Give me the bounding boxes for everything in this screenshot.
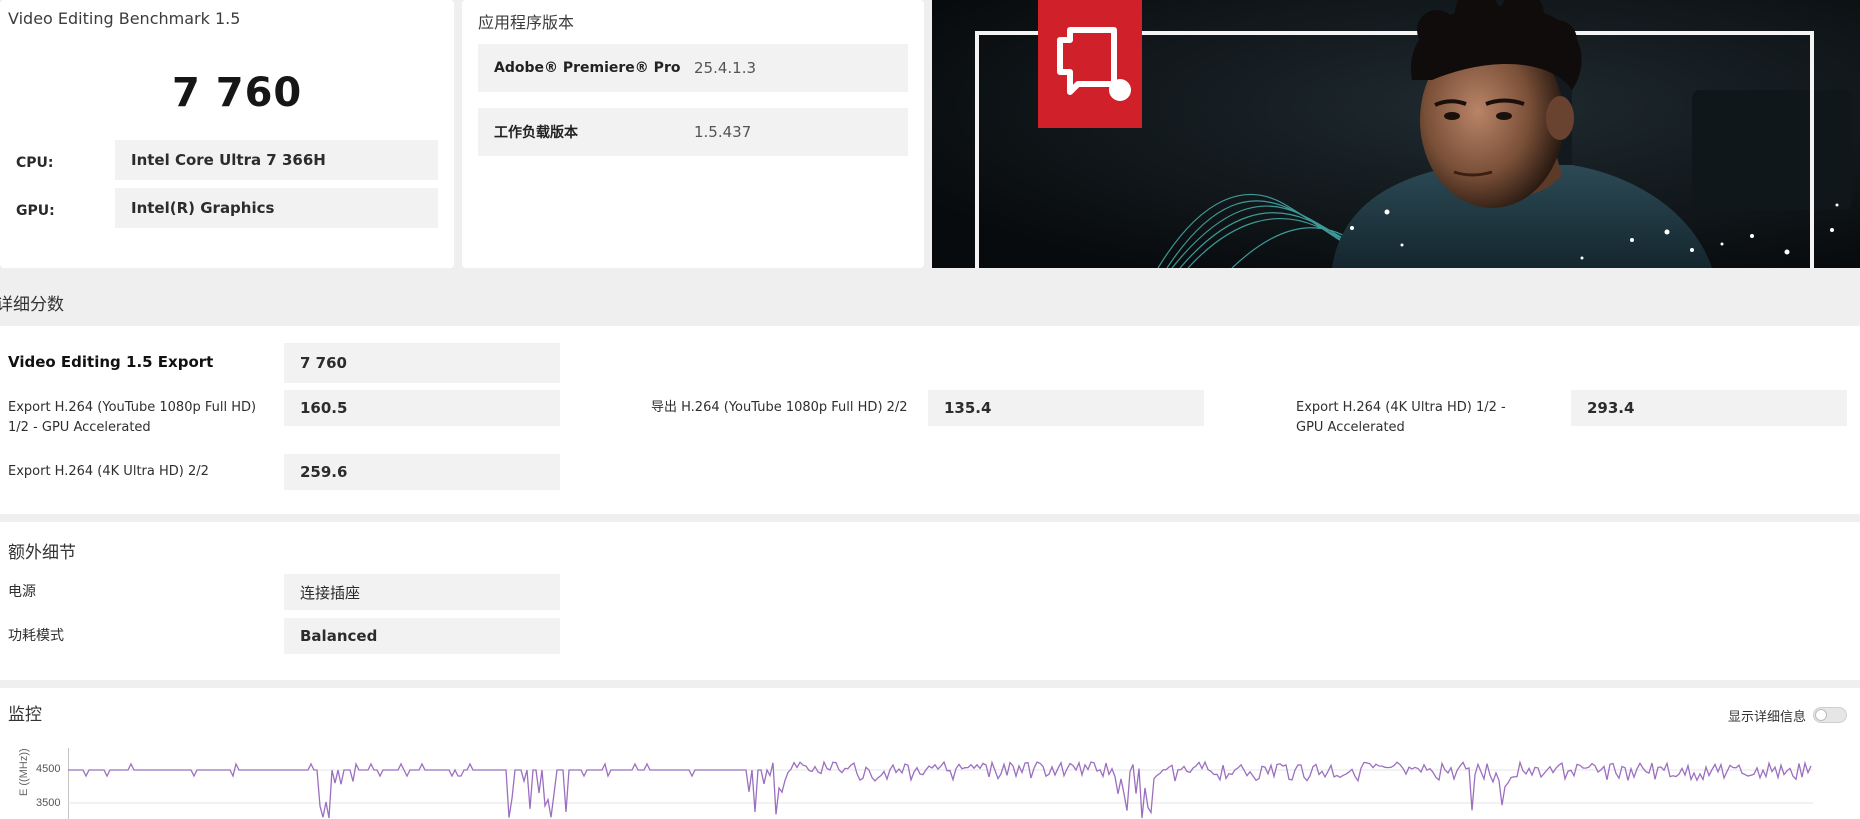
test-label-4k: Export H.264 (4K Ultra HD) 2/2: [8, 464, 209, 479]
power-mode-label: 功耗模式: [8, 628, 64, 644]
extra-details-panel: 额外细节 电源 连接插座 功耗模式 Balanced: [0, 522, 1860, 680]
gpu-value: Intel(R) Graphics: [115, 188, 438, 228]
monitoring-panel: 监控 显示详细信息 E ((MHz)) 4500 3500: [0, 688, 1860, 819]
workload-label: 工作负载版本: [494, 125, 578, 141]
benchmark-summary-card: Video Editing Benchmark 1.5 7 760 CPU: I…: [0, 0, 454, 268]
app-version-card: 应用程序版本 Adobe® Premiere® Pro 25.4.1.3 工作负…: [462, 0, 924, 268]
test-label-1080p: 导出 H.264 (YouTube 1080p Full HD) 2/2: [651, 400, 908, 415]
detailed-scores-panel: Video Editing 1.5 Export 7 760 Export H.…: [0, 326, 1860, 514]
benchmark-title: Video Editing Benchmark 1.5: [8, 9, 241, 28]
test-value-4k: 259.6: [284, 454, 560, 490]
show-details-toggle[interactable]: [1813, 707, 1847, 723]
test-value-4k-gpu: 293.4: [1571, 390, 1847, 426]
y-axis-label: E ((MHz)): [18, 748, 30, 796]
overall-export-value: 7 760: [284, 343, 560, 383]
monitoring-heading: 监控: [8, 705, 42, 724]
toggle-knob: [1815, 709, 1827, 721]
workload-version: 1.5.437: [694, 123, 752, 141]
frequency-chart: [68, 748, 1813, 819]
power-source-value: 连接插座: [284, 574, 560, 610]
y-tick-3500: 3500: [36, 797, 61, 809]
power-source-label: 电源: [8, 584, 36, 600]
test-value-1080p-gpu: 160.5: [284, 390, 560, 426]
detailed-scores-heading: 详细分数: [0, 295, 64, 314]
app-version-title: 应用程序版本: [478, 13, 575, 32]
hero-banner-image: [932, 0, 1860, 268]
app-name: Adobe® Premiere® Pro: [494, 60, 681, 76]
y-tick-4500: 4500: [36, 763, 61, 775]
app-row-workload: 工作负载版本 1.5.437: [478, 108, 908, 156]
power-mode-value: Balanced: [284, 618, 560, 654]
show-details-label: 显示详细信息: [1728, 709, 1807, 724]
presentation-screen-icon: [1038, 0, 1142, 128]
hero-illustration: [932, 0, 1860, 268]
overall-score: 7 760: [172, 70, 303, 116]
test-label-4k-gpu: Export H.264 (4K Ultra HD) 1/2 - GPU Acc…: [1296, 400, 1506, 435]
cpu-value: Intel Core Ultra 7 366H: [115, 140, 438, 180]
overall-export-label: Video Editing 1.5 Export: [8, 353, 214, 371]
gpu-label: GPU:: [16, 203, 55, 219]
test-label-1080p-gpu: Export H.264 (YouTube 1080p Full HD) 1/2…: [8, 400, 257, 435]
app-row-premiere: Adobe® Premiere® Pro 25.4.1.3: [478, 44, 908, 92]
cpu-label: CPU:: [16, 155, 54, 171]
app-version: 25.4.1.3: [694, 59, 757, 77]
extra-details-heading: 额外细节: [8, 543, 76, 562]
test-value-1080p: 135.4: [928, 390, 1204, 426]
